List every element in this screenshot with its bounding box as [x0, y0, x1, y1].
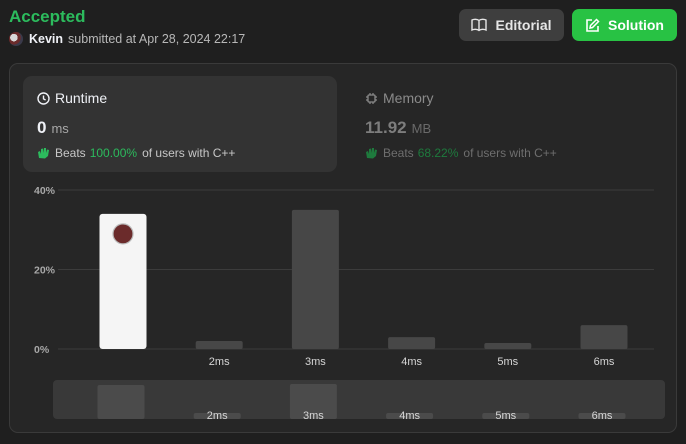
- overview-tick-label: 3ms: [303, 410, 324, 422]
- submitter-row: Kevin submitted at Apr 28, 2024 22:17: [9, 32, 245, 46]
- edit-icon: [586, 17, 600, 32]
- y-tick-label: 0%: [34, 344, 50, 356]
- solution-button[interactable]: Solution: [572, 9, 677, 41]
- book-icon: [471, 18, 488, 32]
- overview-tick-label: 5ms: [495, 410, 516, 422]
- y-tick-label: 20%: [34, 265, 56, 277]
- bar-6ms[interactable]: [580, 325, 628, 349]
- x-tick-label: 2ms: [209, 356, 230, 368]
- chart-bars: [99, 209, 628, 349]
- status-title: Accepted: [9, 7, 86, 26]
- x-tick-label: 4ms: [401, 356, 422, 368]
- editorial-button[interactable]: Editorial: [459, 9, 564, 41]
- submitted-time: submitted at Apr 28, 2024 22:17: [68, 32, 246, 46]
- avatar-marker: [112, 223, 134, 245]
- username[interactable]: Kevin: [29, 32, 63, 46]
- runtime-distribution-chart: 0% 20% 40% 2ms 3ms 4ms 5ms 6ms 2ms 3ms 4ms 5ms 6ms: [34, 185, 665, 422]
- x-tick-label: 3ms: [305, 356, 326, 368]
- overview-strip[interactable]: [53, 380, 665, 419]
- overview-tick-label: 6ms: [592, 410, 613, 422]
- overview-tick-label: 4ms: [399, 410, 420, 422]
- chart-overview[interactable]: 2ms 3ms 4ms 5ms 6ms: [53, 380, 665, 422]
- bar-4ms[interactable]: [388, 337, 436, 349]
- chart-x-ticks: 2ms 3ms 4ms 5ms 6ms: [209, 356, 615, 368]
- bar-3ms[interactable]: [291, 209, 339, 349]
- y-tick-label: 40%: [34, 185, 56, 197]
- bar-2ms[interactable]: [195, 341, 243, 349]
- bar-5ms[interactable]: [484, 343, 532, 349]
- overview-bar: [97, 385, 145, 419]
- editorial-label: Editorial: [495, 17, 552, 33]
- avatar[interactable]: [9, 32, 23, 46]
- x-tick-label: 6ms: [594, 356, 615, 368]
- result-panel: Runtime 0 ms Beats 100.00% of users with…: [9, 63, 677, 433]
- x-tick-label: 5ms: [497, 356, 518, 368]
- overview-tick-label: 2ms: [207, 410, 228, 422]
- solution-label: Solution: [608, 17, 664, 33]
